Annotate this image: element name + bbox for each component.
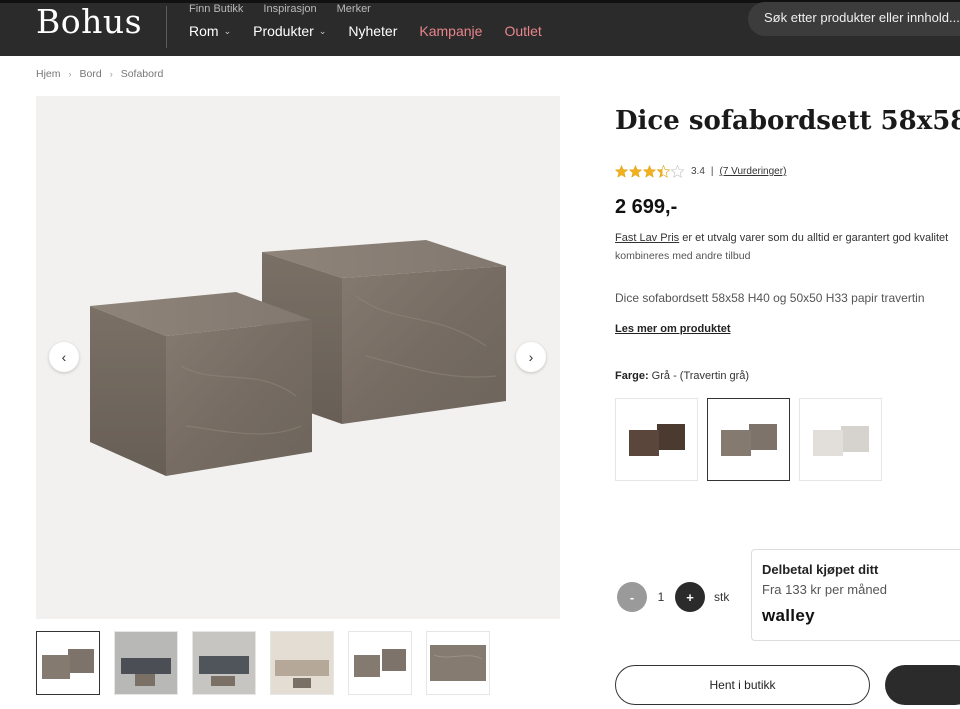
chevron-right-icon: › — [68, 69, 72, 79]
nav-produkter[interactable]: Produkter ⌄ — [253, 23, 326, 39]
breadcrumb-hjem[interactable]: Hjem — [36, 68, 61, 80]
thumbnail-image — [430, 645, 486, 681]
fast-lav-pris-text: er et utvalg varer som du alltid er gara… — [679, 232, 949, 244]
star-rating — [615, 165, 685, 178]
next-image-button[interactable]: › — [516, 342, 546, 372]
quantity-increase-button[interactable]: + — [675, 582, 705, 612]
thumbnail-3[interactable] — [192, 631, 256, 695]
thumbnail-2[interactable] — [114, 631, 178, 695]
quantity-value[interactable]: 1 — [647, 590, 675, 604]
main-nav: Rom ⌄ Produkter ⌄ Nyheter Kampanje Outle… — [189, 23, 542, 39]
prev-image-button[interactable]: ‹ — [49, 342, 79, 372]
thumbnail-4[interactable] — [270, 631, 334, 695]
thumbnail-image — [115, 632, 177, 694]
fast-lav-pris-info: Fast Lav Pris er et utvalg varer som du … — [615, 232, 948, 244]
color-label: Farge: Grå - (Travertin grå) — [615, 370, 749, 382]
swatch-image — [720, 423, 777, 456]
chevron-down-icon: ⌄ — [223, 25, 232, 36]
product-rating: 3.4 | (7 Vurderinger) — [615, 165, 786, 178]
chevron-down-icon: ⌄ — [318, 25, 327, 36]
walley-financing-card[interactable]: Delbetal kjøpet ditt Fra 133 kr per måne… — [751, 549, 960, 641]
product-price: 2 699,- — [615, 196, 678, 218]
chevron-left-icon: ‹ — [61, 349, 67, 365]
nav-kampanje[interactable]: Kampanje — [419, 23, 482, 39]
swatch-gray[interactable] — [707, 398, 790, 481]
thumbnail-image — [354, 649, 406, 677]
thumbnail-image — [271, 632, 333, 694]
breadcrumb-bord[interactable]: Bord — [80, 68, 102, 80]
subnav-inspirasjon[interactable]: Inspirasjon — [263, 3, 316, 15]
breadcrumb-sofabord[interactable]: Sofabord — [121, 68, 164, 80]
fast-lav-pris-link[interactable]: Fast Lav Pris — [615, 232, 679, 244]
site-header: Bohus Finn Butikk Inspirasjon Merker Rom… — [0, 0, 960, 56]
walley-subtitle: Fra 133 kr per måned — [762, 582, 888, 597]
quantity-unit: stk — [714, 590, 730, 604]
bohus-logo[interactable]: Bohus — [36, 2, 142, 41]
search-input[interactable]: Søk etter produkter eller innhold... — [748, 2, 960, 36]
walley-title: Delbetal kjøpet ditt — [762, 562, 879, 577]
nav-rom[interactable]: Rom ⌄ — [189, 23, 231, 39]
fast-lav-pris-text-2: kombineres med andre tilbud — [615, 250, 751, 262]
swatch-image — [628, 423, 685, 456]
header-divider — [166, 6, 167, 48]
nav-produkter-label: Produkter — [253, 23, 314, 39]
swatch-brown[interactable] — [615, 398, 698, 481]
walley-logo: walley — [762, 606, 815, 625]
thumbnail-strip — [36, 631, 490, 695]
chevron-right-icon: › — [528, 349, 534, 365]
utility-nav: Finn Butikk Inspirasjon Merker — [189, 3, 371, 15]
swatch-image — [812, 425, 869, 456]
product-title: Dice sofabordsett 58x58 — [615, 106, 960, 136]
thumbnail-image — [193, 632, 255, 694]
add-to-cart-button[interactable] — [885, 665, 960, 705]
pickup-in-store-button[interactable]: Hent i butikk — [615, 665, 870, 705]
nav-outlet[interactable]: Outlet — [504, 23, 541, 39]
product-description: Dice sofabordsett 58x58 H40 og 50x50 H33… — [615, 291, 925, 305]
swatch-white[interactable] — [799, 398, 882, 481]
subnav-finn-butikk[interactable]: Finn Butikk — [189, 3, 243, 15]
breadcrumb: Hjem › Bord › Sofabord — [36, 68, 163, 80]
rating-separator: | — [710, 166, 714, 177]
read-more-link[interactable]: Les mer om produktet — [615, 323, 731, 335]
stars-icon — [615, 165, 685, 178]
color-label-title: Farge: — [615, 370, 649, 382]
quantity-decrease-button[interactable]: - — [617, 582, 647, 612]
thumbnail-6[interactable] — [426, 631, 490, 695]
nav-nyheter[interactable]: Nyheter — [348, 23, 397, 39]
subnav-merker[interactable]: Merker — [337, 3, 371, 15]
product-main-image[interactable]: ‹ › — [36, 96, 560, 619]
thumbnail-1[interactable] — [36, 631, 100, 695]
reviews-link[interactable]: (7 Vurderinger) — [720, 166, 787, 177]
coffee-table-image — [90, 240, 506, 476]
color-value: Grå - (Travertin grå) — [648, 370, 750, 382]
nav-rom-label: Rom — [189, 23, 219, 39]
rating-value: 3.4 — [691, 166, 705, 177]
thumbnail-5[interactable] — [348, 631, 412, 695]
color-swatches — [615, 398, 882, 481]
quantity-stepper: - 1 + stk — [617, 582, 729, 612]
thumbnail-image — [42, 649, 94, 679]
chevron-right-icon: › — [109, 69, 113, 79]
